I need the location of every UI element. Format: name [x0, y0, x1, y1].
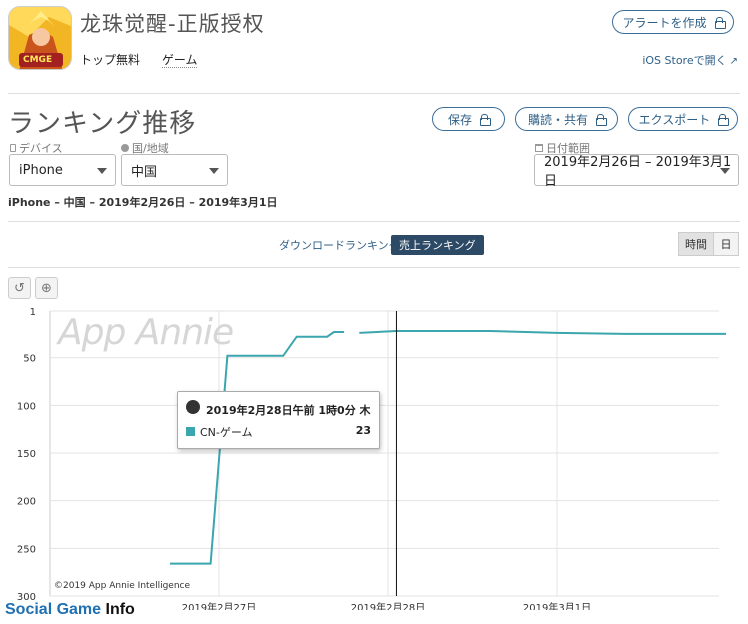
social-game-info-watermark: Social Game Info: [5, 601, 135, 618]
device-select[interactable]: iPhone: [9, 154, 116, 186]
ios-store-label: iOS Storeで開く: [642, 54, 727, 67]
lock-icon: [718, 114, 730, 126]
y-tick-label: 200: [17, 497, 36, 508]
tab-download-ranking[interactable]: ダウンロードランキング: [279, 237, 400, 253]
series-line: [359, 330, 726, 335]
icon-badge: CMGE: [23, 55, 53, 65]
export-button[interactable]: エクスポート: [628, 107, 738, 131]
chart-tooltip: 2019年2月28日午前 1時0分 木 CN-ゲーム 23: [177, 391, 380, 449]
hour-toggle[interactable]: 時間: [678, 232, 714, 256]
tooltip-date: 2019年2月28日午前 1時0分 木: [206, 404, 371, 417]
copyright-text: ©2019 App Annie Intelligence: [54, 581, 191, 591]
reset-zoom-button[interactable]: ↺: [8, 277, 31, 299]
create-alert-label: アラートを作成: [622, 15, 707, 30]
filter-summary: iPhone – 中国 – 2019年2月26日 – 2019年3月1日: [8, 196, 278, 209]
series-swatch: [186, 427, 195, 436]
chevron-down-icon: [720, 168, 730, 174]
app-category[interactable]: ゲーム: [161, 53, 198, 68]
app-annie-watermark: App Annie: [58, 312, 234, 353]
undo-icon: ↺: [14, 280, 25, 296]
tooltip-value: 23: [355, 424, 371, 437]
subscribe-share-label: 購読・共有: [527, 112, 588, 127]
subscribe-share-button[interactable]: 購読・共有: [515, 107, 618, 131]
save-label: 保存: [447, 112, 472, 127]
day-toggle[interactable]: 日: [713, 232, 739, 256]
y-tick-label: 250: [17, 544, 36, 555]
app-icon: CMGE: [8, 6, 72, 70]
country-select-value: 中国: [131, 164, 158, 180]
globe-icon: [121, 144, 129, 152]
chevron-down-icon: [209, 168, 219, 174]
device-select-value: iPhone: [19, 162, 63, 178]
tab-revenue-ranking[interactable]: 売上ランキング: [391, 235, 484, 255]
country-select[interactable]: 中国: [121, 154, 228, 186]
export-label: エクスポート: [638, 112, 711, 127]
ios-store-link[interactable]: iOS Storeで開く ↗: [642, 52, 738, 68]
date-range-select[interactable]: 2019年2月26日 – 2019年3月1日: [534, 154, 739, 189]
tooltip-series: CN-ゲーム: [200, 426, 253, 439]
globe-icon: [186, 400, 200, 414]
app-title: 龙珠觉醒-正版授权: [80, 12, 265, 36]
zoom-in-icon: ⊕: [41, 280, 52, 296]
filter-divider: [8, 221, 740, 222]
x-tick-label: 2019年3月1日: [523, 601, 591, 610]
tabs-divider: [8, 267, 740, 268]
zoom-in-button[interactable]: ⊕: [35, 277, 58, 299]
lock-icon: [714, 17, 726, 29]
x-tick-label: 2019年2月27日: [182, 601, 257, 610]
x-tick-label: 2019年2月28日: [351, 601, 426, 610]
device-icon: [10, 144, 16, 152]
date-range-value: 2019年2月26日 – 2019年3月1日: [544, 155, 732, 189]
y-tick-label: 100: [17, 401, 36, 412]
create-alert-button[interactable]: アラートを作成: [612, 10, 734, 34]
save-button[interactable]: 保存: [432, 107, 505, 131]
app-price: トップ無料: [80, 53, 141, 67]
calendar-icon: [535, 144, 543, 152]
lock-icon: [480, 114, 491, 126]
chevron-down-icon: [97, 168, 107, 174]
page-title: ランキング推移: [8, 109, 197, 139]
y-tick-label: 50: [23, 354, 36, 365]
header-divider: [8, 93, 740, 94]
y-tick-label: 1: [30, 307, 36, 318]
lock-icon: [596, 114, 607, 126]
app-meta: トップ無料 ゲーム: [80, 51, 215, 68]
external-link-icon: ↗: [729, 56, 738, 67]
y-tick-label: 150: [17, 449, 36, 460]
